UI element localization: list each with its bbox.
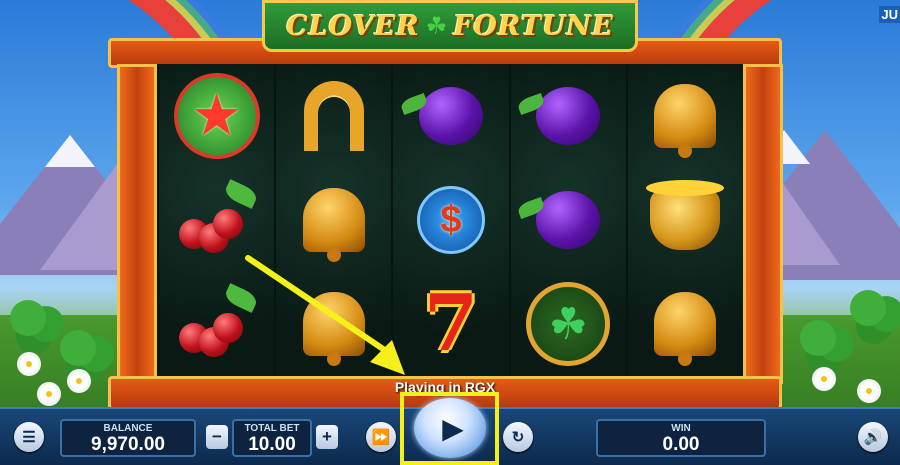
fast-forward-button[interactable]: ⏩ (366, 422, 396, 452)
autoplay-icon: ↻ (511, 429, 525, 446)
play-icon: ▶ (442, 412, 464, 444)
menu-button[interactable]: ☰ (14, 422, 44, 452)
balance-value: 9,970.00 (91, 434, 165, 455)
increase-bet-button[interactable]: + (316, 425, 338, 449)
fast-forward-icon: ⏩ (371, 429, 391, 446)
decrease-bet-button[interactable]: − (206, 425, 228, 449)
menu-icon: ☰ (22, 429, 36, 446)
sound-button[interactable]: 🔊 (858, 422, 888, 452)
balance-panel: BALANCE 9,970.00 (60, 419, 196, 457)
total-bet-value: 10.00 (248, 434, 296, 455)
win-panel: WIN 0.00 (596, 419, 766, 457)
total-bet-panel: TOTAL BET 10.00 (232, 419, 312, 457)
autoplay-button[interactable]: ↻ (503, 422, 533, 452)
speaker-icon: 🔊 (863, 429, 883, 446)
win-value: 0.00 (662, 434, 700, 455)
spin-button[interactable]: ▶ (414, 398, 486, 458)
